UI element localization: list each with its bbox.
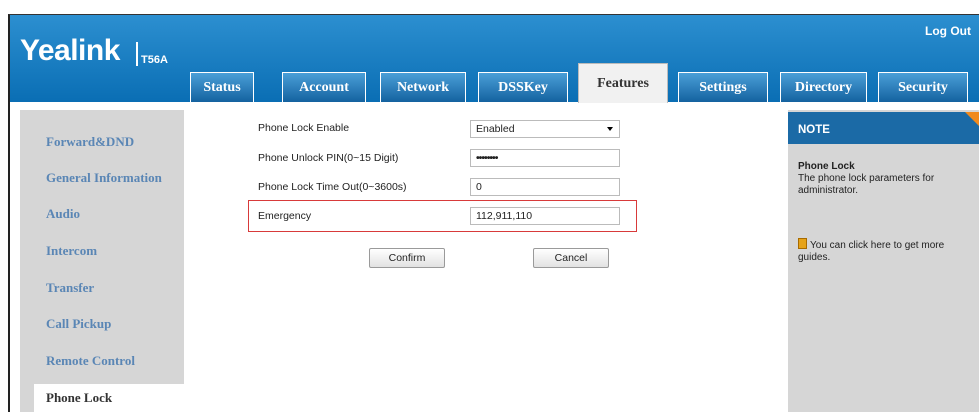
sidebar: Forward&DND General Information Audio In… [20,110,204,412]
phone-lock-enable-label: Phone Lock Enable [258,122,350,134]
logout-link[interactable]: Log Out [925,24,971,38]
logo-divider [136,42,138,66]
sidebar-item-call-pickup[interactable]: Call Pickup [46,316,111,332]
phone-lock-enable-value: Enabled [476,123,515,135]
sidebar-item-transfer[interactable]: Transfer [46,280,94,296]
chevron-down-icon [607,127,613,131]
lock-timeout-input[interactable]: 0 [470,178,620,196]
emergency-label: Emergency [258,210,312,222]
phone-lock-enable-select[interactable]: Enabled [470,120,620,138]
note-body: The phone lock parameters for administra… [798,173,935,196]
yealink-logo: Yealink [20,34,120,67]
tab-account[interactable]: Account [282,72,366,102]
guide-link[interactable]: You can click here to get more guides. [798,238,970,264]
sidebar-item-forward-dnd[interactable]: Forward&DND [46,134,134,150]
confirm-button[interactable]: Confirm [369,248,445,268]
unlock-pin-input[interactable]: •••••••• [470,149,620,167]
note-heading: Phone Lock [798,161,855,172]
emergency-input[interactable]: 112,911,110 [470,207,620,225]
sidebar-item-remote-control[interactable]: Remote Control [46,353,135,369]
sidebar-item-general-information[interactable]: General Information [46,170,162,186]
sidebar-item-audio[interactable]: Audio [46,206,80,222]
note-corner-accent [965,112,979,126]
tab-status[interactable]: Status [190,72,254,102]
guide-link-text: You can click here to get more guides. [798,240,945,263]
tab-security[interactable]: Security [878,72,968,102]
model-label: T56A [141,54,168,66]
unlock-pin-label: Phone Unlock PIN(0~15 Digit) [258,152,399,164]
cancel-button[interactable]: Cancel [533,248,609,268]
tab-network[interactable]: Network [380,72,466,102]
note-title: NOTE [798,124,830,136]
tab-dsskey[interactable]: DSSKey [478,72,568,102]
lock-timeout-label: Phone Lock Time Out(0~3600s) [258,181,407,193]
tab-directory[interactable]: Directory [780,72,867,102]
sidebar-item-phone-lock[interactable]: Phone Lock [46,390,112,406]
sidebar-item-intercom[interactable]: Intercom [46,243,97,259]
book-icon [798,238,807,249]
tab-settings[interactable]: Settings [678,72,768,102]
tab-features[interactable]: Features [578,63,668,103]
